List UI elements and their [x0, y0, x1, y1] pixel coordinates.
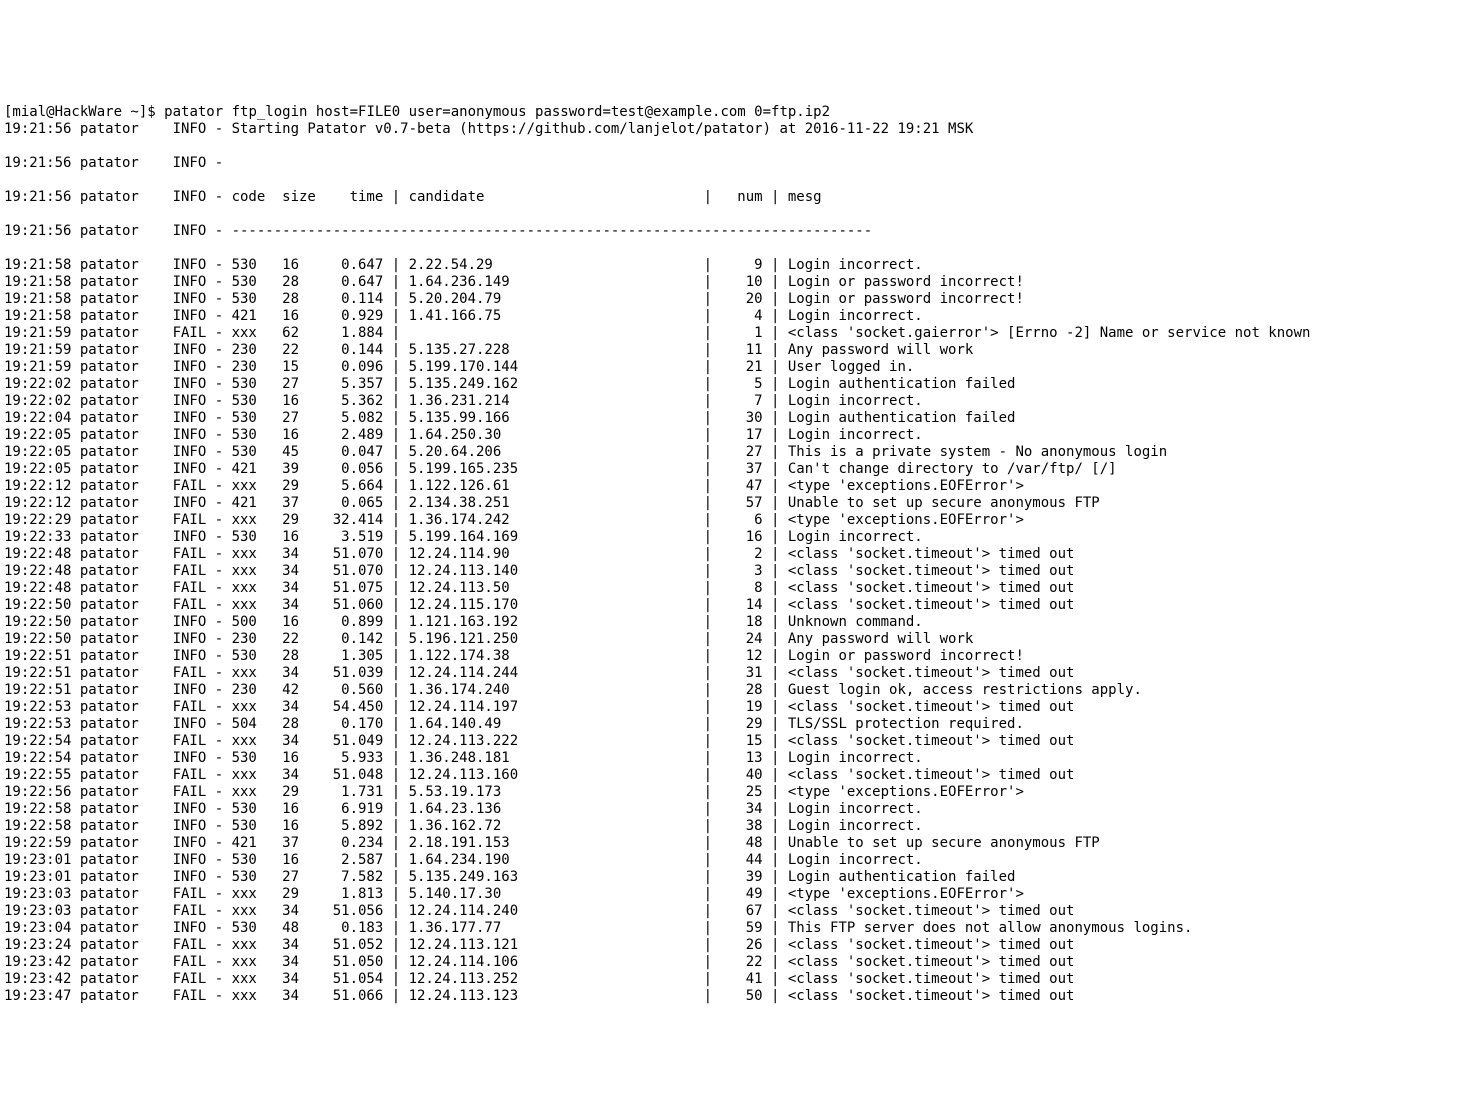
result-row: 19:22:53 patator INFO - 504 28 0.170 | 1…: [4, 716, 1473, 733]
result-row: 19:23:24 patator FAIL - xxx 34 51.052 | …: [4, 937, 1473, 954]
blank-info-line: 19:21:56 patator INFO -: [4, 155, 1473, 172]
result-row: 19:22:48 patator FAIL - xxx 34 51.070 | …: [4, 563, 1473, 580]
result-row: 19:22:56 patator FAIL - xxx 29 1.731 | 5…: [4, 784, 1473, 801]
result-row: 19:22:33 patator INFO - 530 16 3.519 | 5…: [4, 529, 1473, 546]
result-row: 19:21:59 patator FAIL - xxx 62 1.884 | |…: [4, 325, 1473, 342]
result-row: 19:22:04 patator INFO - 530 27 5.082 | 5…: [4, 410, 1473, 427]
result-row: 19:23:01 patator INFO - 530 27 7.582 | 5…: [4, 869, 1473, 886]
result-row: 19:22:58 patator INFO - 530 16 5.892 | 1…: [4, 818, 1473, 835]
result-row: 19:22:50 patator FAIL - xxx 34 51.060 | …: [4, 597, 1473, 614]
result-row: 19:22:02 patator INFO - 530 27 5.357 | 5…: [4, 376, 1473, 393]
result-rows: 19:21:58 patator INFO - 530 16 0.647 | 2…: [4, 257, 1473, 1005]
result-row: 19:21:59 patator INFO - 230 15 0.096 | 5…: [4, 359, 1473, 376]
result-row: 19:21:58 patator INFO - 421 16 0.929 | 1…: [4, 308, 1473, 325]
result-row: 19:21:58 patator INFO - 530 28 0.647 | 1…: [4, 274, 1473, 291]
result-row: 19:22:53 patator FAIL - xxx 34 54.450 | …: [4, 699, 1473, 716]
result-row: 19:22:12 patator INFO - 421 37 0.065 | 2…: [4, 495, 1473, 512]
result-row: 19:22:51 patator INFO - 530 28 1.305 | 1…: [4, 648, 1473, 665]
result-row: 19:22:12 patator FAIL - xxx 29 5.664 | 1…: [4, 478, 1473, 495]
result-row: 19:21:58 patator INFO - 530 28 0.114 | 5…: [4, 291, 1473, 308]
result-row: 19:22:58 patator INFO - 530 16 6.919 | 1…: [4, 801, 1473, 818]
shell-command: patator ftp_login host=FILE0 user=anonym…: [164, 104, 830, 120]
result-row: 19:23:42 patator FAIL - xxx 34 51.054 | …: [4, 971, 1473, 988]
result-row: 19:22:05 patator INFO - 530 45 0.047 | 5…: [4, 444, 1473, 461]
divider-line: 19:21:56 patator INFO - ----------------…: [4, 223, 1473, 240]
header-line: 19:21:56 patator INFO - code size time |…: [4, 189, 1473, 206]
result-row: 19:23:03 patator FAIL - xxx 29 1.813 | 5…: [4, 886, 1473, 903]
result-row: 19:21:58 patator INFO - 530 16 0.647 | 2…: [4, 257, 1473, 274]
result-row: 19:22:29 patator FAIL - xxx 29 32.414 | …: [4, 512, 1473, 529]
result-row: 19:22:05 patator INFO - 421 39 0.056 | 5…: [4, 461, 1473, 478]
terminal-output[interactable]: [mial@HackWare ~]$ patator ftp_login hos…: [0, 85, 1477, 1024]
result-row: 19:22:50 patator INFO - 230 22 0.142 | 5…: [4, 631, 1473, 648]
result-row: 19:22:59 patator INFO - 421 37 0.234 | 2…: [4, 835, 1473, 852]
startup-line: 19:21:56 patator INFO - Starting Patator…: [4, 121, 1473, 138]
result-row: 19:22:50 patator INFO - 500 16 0.899 | 1…: [4, 614, 1473, 631]
result-row: 19:22:48 patator FAIL - xxx 34 51.070 | …: [4, 546, 1473, 563]
result-row: 19:22:54 patator INFO - 530 16 5.933 | 1…: [4, 750, 1473, 767]
result-row: 19:22:05 patator INFO - 530 16 2.489 | 1…: [4, 427, 1473, 444]
result-row: 19:22:51 patator FAIL - xxx 34 51.039 | …: [4, 665, 1473, 682]
result-row: 19:22:51 patator INFO - 230 42 0.560 | 1…: [4, 682, 1473, 699]
result-row: 19:22:02 patator INFO - 530 16 5.362 | 1…: [4, 393, 1473, 410]
result-row: 19:23:04 patator INFO - 530 48 0.183 | 1…: [4, 920, 1473, 937]
result-row: 19:21:59 patator INFO - 230 22 0.144 | 5…: [4, 342, 1473, 359]
result-row: 19:22:48 patator FAIL - xxx 34 51.075 | …: [4, 580, 1473, 597]
result-row: 19:23:03 patator FAIL - xxx 34 51.056 | …: [4, 903, 1473, 920]
shell-prompt: [mial@HackWare ~]$: [4, 104, 164, 120]
result-row: 19:23:47 patator FAIL - xxx 34 51.066 | …: [4, 988, 1473, 1005]
result-row: 19:22:55 patator FAIL - xxx 34 51.048 | …: [4, 767, 1473, 784]
result-row: 19:22:54 patator FAIL - xxx 34 51.049 | …: [4, 733, 1473, 750]
result-row: 19:23:01 patator INFO - 530 16 2.587 | 1…: [4, 852, 1473, 869]
result-row: 19:23:42 patator FAIL - xxx 34 51.050 | …: [4, 954, 1473, 971]
